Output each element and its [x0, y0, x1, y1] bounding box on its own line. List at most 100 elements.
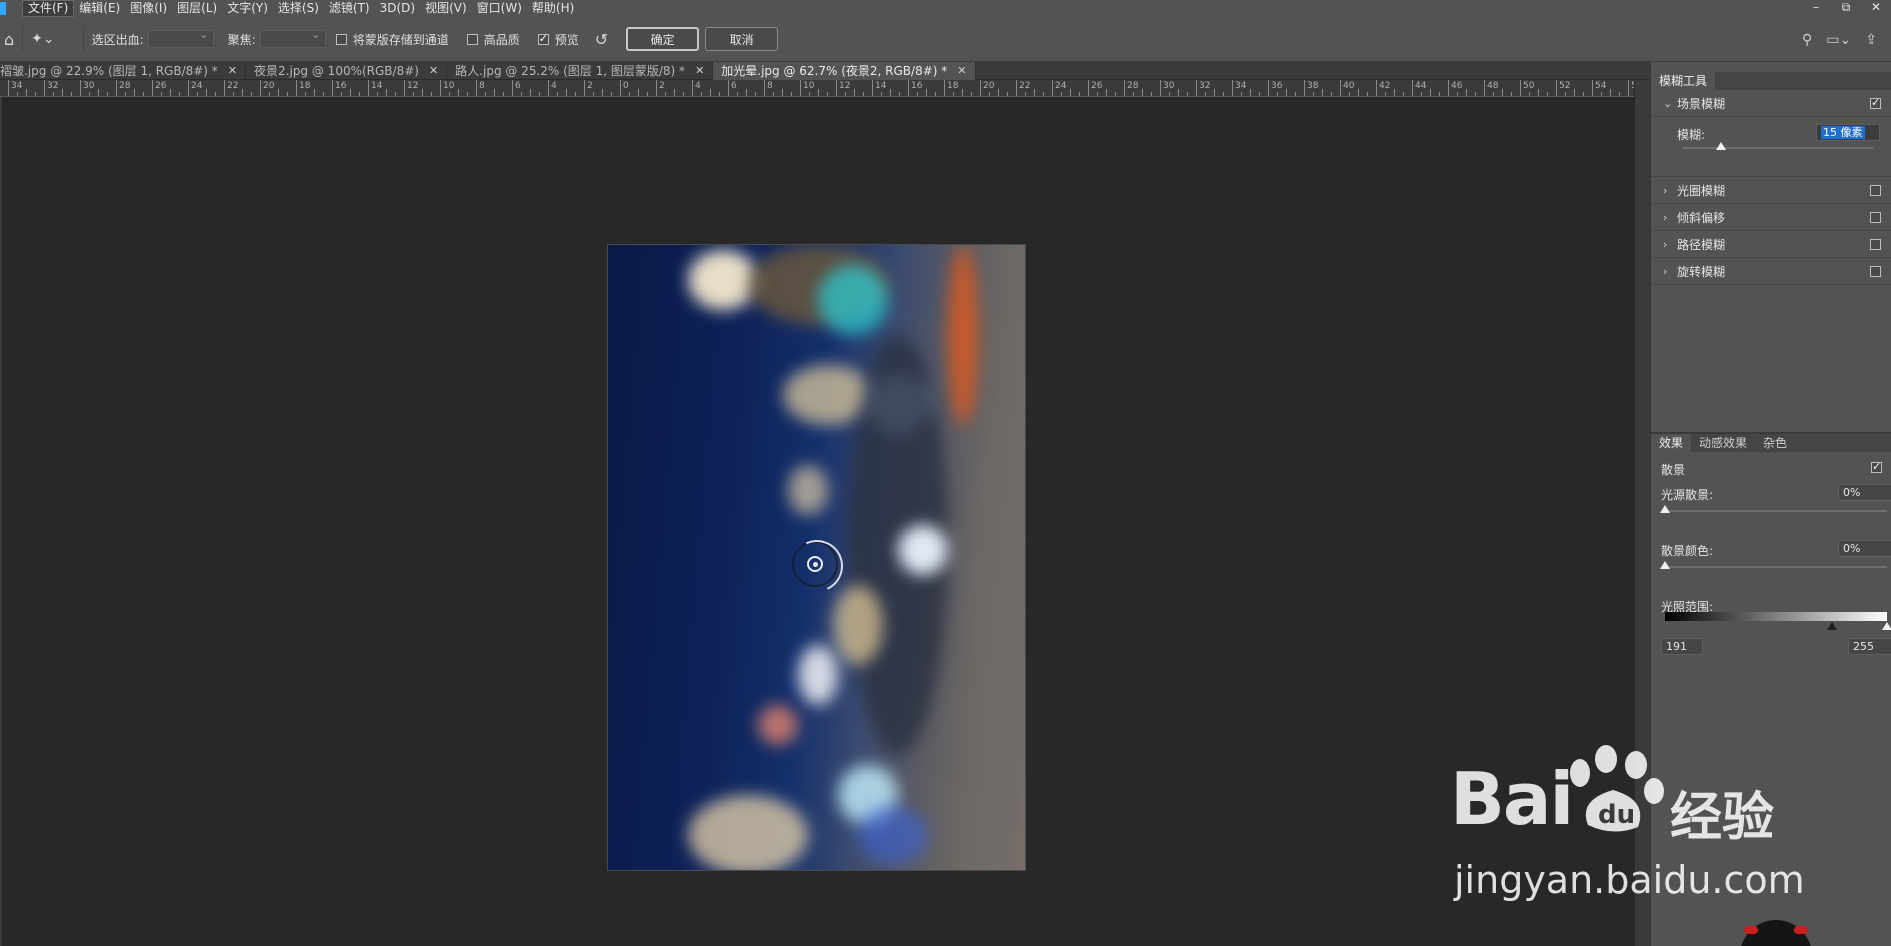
save-mask-option[interactable]: 将蒙版存储到通道 — [335, 31, 453, 48]
save-mask-checkbox[interactable] — [335, 33, 347, 45]
tab-title: 路人.jpg @ 25.2% (图层 1, 图层蒙版/8) * — [455, 64, 686, 78]
workspace-icon[interactable]: ▭⌄ — [1826, 32, 1851, 48]
minimize-button[interactable]: – — [1801, 0, 1831, 17]
document-image[interactable] — [607, 244, 1026, 871]
preview-checkbox[interactable] — [537, 32, 549, 45]
ruler-minor-tick — [1106, 89, 1107, 96]
bokeh-color-track[interactable] — [1665, 566, 1887, 568]
close-tab-icon[interactable]: ✕ — [957, 62, 966, 80]
ruler-minor-tick — [710, 89, 711, 96]
field-blur-checkbox[interactable] — [1870, 96, 1881, 109]
chevron-right-icon[interactable]: › — [1663, 265, 1677, 278]
menu-3d[interactable]: 3D(D) — [375, 0, 420, 17]
tilt-shift-checkbox[interactable] — [1870, 212, 1881, 223]
light-range-low-thumb[interactable] — [1826, 622, 1837, 630]
ruler-label: 8 — [479, 81, 485, 91]
menu-view[interactable]: 视图(V) — [420, 0, 472, 17]
bokeh-color-field[interactable]: 0% — [1838, 540, 1891, 557]
options-right-icons: ⚲ ▭⌄ ⇪ — [1802, 17, 1891, 62]
restore-button[interactable]: ⧉ — [1831, 0, 1861, 17]
horizontal-ruler[interactable]: 34 32 30 28 26 24 22 20 18 16 14 12 10 8 6 4 2 0 2 4 6 8 10 12 1… — [0, 80, 1634, 97]
menu-edit[interactable]: 编辑(E) — [74, 0, 125, 17]
blur-slider-track[interactable] — [1683, 147, 1873, 149]
menu-select[interactable]: 选择(S) — [273, 0, 324, 17]
spin-blur-checkbox[interactable] — [1870, 266, 1881, 277]
chevron-right-icon[interactable]: › — [1663, 211, 1677, 224]
blur-pin-center-icon[interactable] — [807, 556, 823, 572]
blur-slider-thumb[interactable] — [1716, 142, 1726, 150]
search-icon[interactable]: ⚲ — [1802, 32, 1812, 48]
ruler-label: 18 — [947, 81, 959, 91]
ruler-minor-tick — [791, 92, 792, 96]
tilt-shift-row[interactable]: › 倾斜偏移 — [1651, 204, 1891, 231]
tab-noise[interactable]: 杂色 — [1755, 434, 1795, 452]
light-range-max-field[interactable]: 255 — [1848, 638, 1891, 655]
ruler-label: 20 — [983, 81, 995, 91]
ruler-tick — [1232, 80, 1233, 96]
ruler-label: 4 — [695, 81, 701, 91]
reset-icon[interactable]: ↺ — [595, 30, 608, 49]
ruler-tick — [728, 80, 729, 96]
chevron-down-icon[interactable]: ⌄ — [1663, 97, 1677, 110]
ruler-tick — [944, 80, 945, 96]
tab-effects[interactable]: 效果 — [1651, 434, 1692, 452]
menu-help[interactable]: 帮助(H) — [527, 0, 579, 17]
cancel-button[interactable]: 取消 — [705, 27, 779, 51]
path-blur-row[interactable]: › 路径模糊 — [1651, 231, 1891, 258]
chevron-right-icon[interactable]: › — [1663, 238, 1677, 251]
blur-amount-field[interactable]: 15 像素 — [1816, 124, 1880, 141]
light-range-min-field[interactable]: 191 — [1661, 638, 1703, 655]
ruler-tick — [548, 80, 549, 96]
light-bokeh-thumb[interactable] — [1660, 505, 1670, 513]
menu-layer[interactable]: 图层(L) — [172, 0, 222, 17]
bokeh-checkbox[interactable] — [1871, 460, 1882, 473]
close-tab-icon[interactable]: ✕ — [695, 62, 704, 80]
menu-filter[interactable]: 滤镜(T) — [324, 0, 375, 17]
menu-image[interactable]: 图像(I) — [125, 0, 172, 17]
light-range-gradient[interactable] — [1665, 612, 1887, 621]
tab-motion-effects[interactable]: 动感效果 — [1691, 434, 1755, 452]
ruler-label: 16 — [335, 81, 347, 91]
ok-button[interactable]: 确定 — [626, 27, 700, 51]
home-icon[interactable]: ⌂ — [4, 30, 14, 49]
high-quality-option[interactable]: 高品质 — [466, 31, 524, 48]
path-blur-checkbox[interactable] — [1870, 239, 1881, 250]
close-tab-icon[interactable]: ✕ — [429, 62, 438, 80]
spin-blur-row[interactable]: › 旋转模糊 — [1651, 258, 1891, 285]
light-bokeh-track[interactable] — [1665, 510, 1887, 512]
ruler-minor-tick — [359, 92, 360, 96]
document-tab-active[interactable]: 加光晕.jpg @ 62.7% (夜景2, RGB/8#) * ✕ — [713, 62, 976, 80]
share-icon[interactable]: ⇪ — [1865, 32, 1877, 48]
bokeh-color-thumb[interactable] — [1660, 561, 1670, 569]
light-bokeh-field[interactable]: 0% — [1838, 484, 1891, 501]
ruler-minor-tick — [746, 89, 747, 96]
pin-tool-icon[interactable]: ✦⌄ — [31, 31, 54, 47]
selection-output-select[interactable] — [147, 27, 214, 48]
menu-window[interactable]: 窗口(W) — [472, 0, 527, 17]
chevron-right-icon[interactable]: › — [1663, 184, 1677, 197]
menu-file[interactable]: 文件(F) — [22, 0, 75, 17]
document-tab[interactable]: 褶皱.jpg @ 22.9% (图层 1, RGB/8#) * ✕ — [0, 62, 247, 80]
light-range-high-thumb[interactable] — [1882, 622, 1891, 630]
iris-blur-row[interactable]: › 光圈模糊 — [1651, 177, 1891, 204]
ruler-label: 20 — [263, 81, 275, 91]
close-window-button[interactable]: ✕ — [1861, 0, 1891, 17]
high-quality-checkbox[interactable] — [466, 33, 478, 45]
blur-pin-handle[interactable] — [792, 541, 838, 587]
ruler-tick — [8, 80, 9, 96]
ruler-tick — [1196, 80, 1197, 96]
close-tab-icon[interactable]: ✕ — [228, 62, 237, 80]
ruler-minor-tick — [1223, 92, 1224, 96]
document-tab[interactable]: 夜景2.jpg @ 100%(RGB/8#) ✕ — [246, 62, 448, 80]
field-blur-row[interactable]: ⌄ 场景模糊 — [1651, 90, 1891, 117]
focus-select[interactable] — [259, 27, 326, 48]
tab-blur-tools[interactable]: 模糊工具 — [1651, 72, 1716, 90]
ruler-label: 4 — [551, 81, 557, 91]
photoshop-logo-icon[interactable] — [0, 2, 6, 15]
ruler-label: 54 — [1595, 81, 1607, 91]
document-tab[interactable]: 路人.jpg @ 25.2% (图层 1, 图层蒙版/8) * ✕ — [447, 62, 714, 80]
iris-blur-checkbox[interactable] — [1870, 185, 1881, 196]
preview-option[interactable]: 预览 — [537, 31, 583, 48]
ruler-tick — [836, 80, 837, 96]
menu-type[interactable]: 文字(Y) — [222, 0, 273, 17]
